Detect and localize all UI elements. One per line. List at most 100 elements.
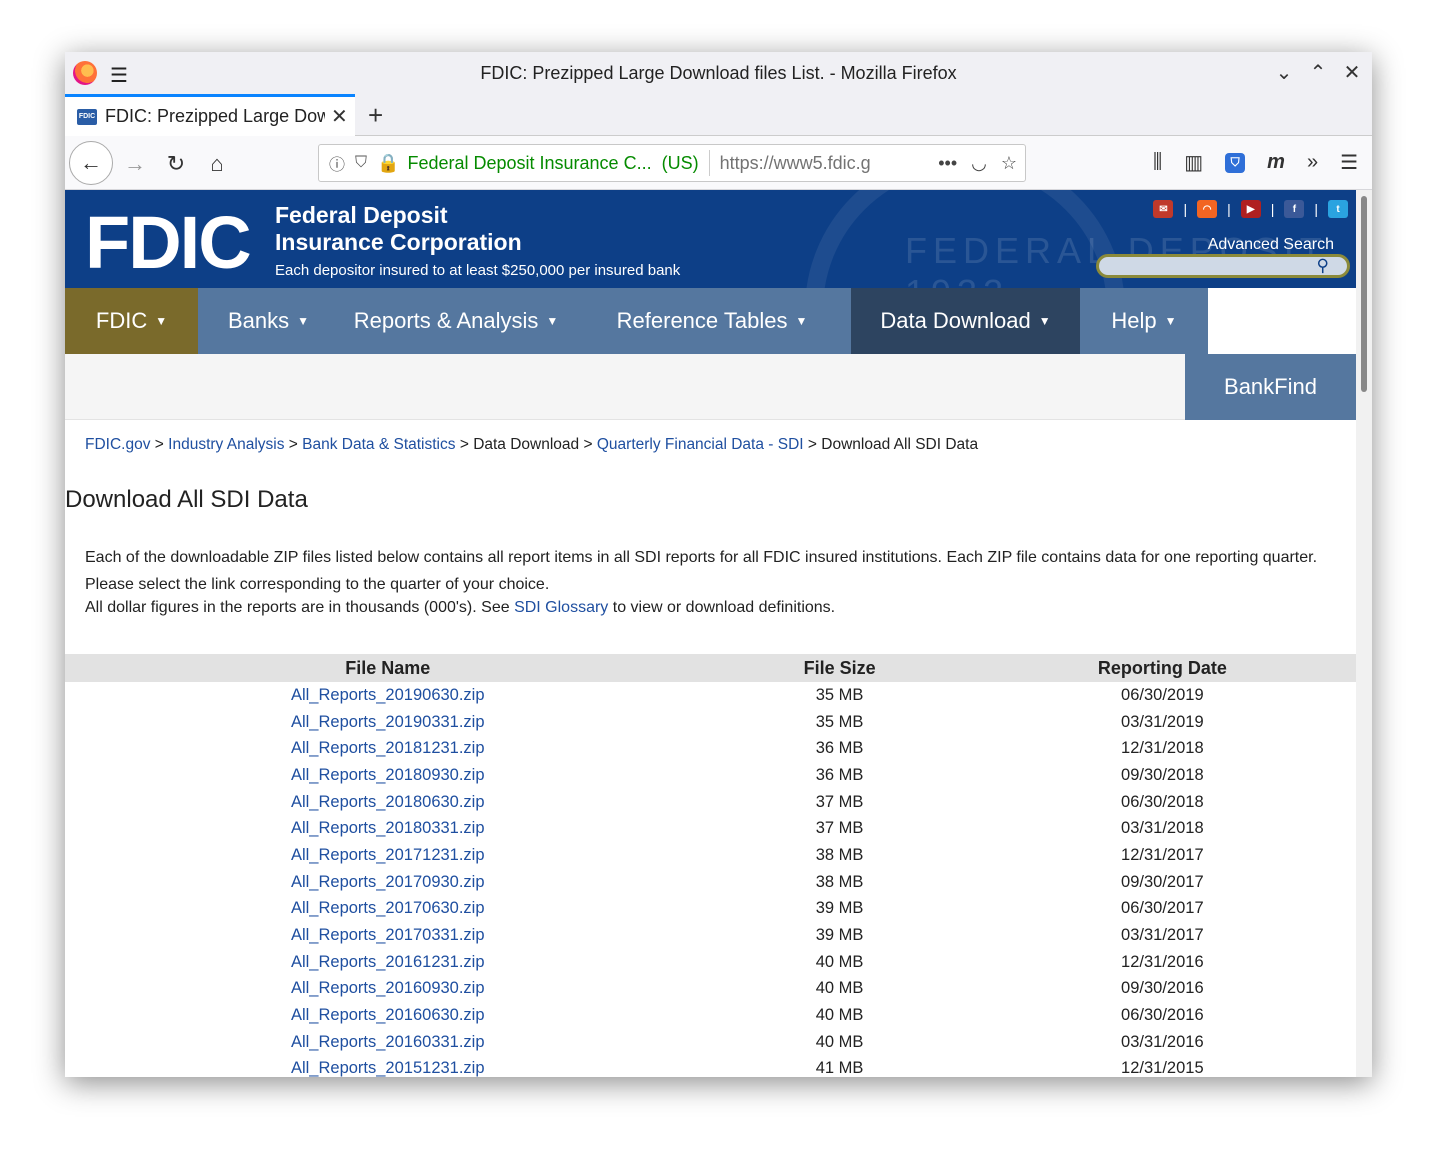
- cell-reporting-date: 03/31/2017: [1121, 926, 1204, 945]
- cell-reporting-date: 06/30/2019: [1121, 685, 1204, 704]
- bitwarden-icon[interactable]: ⛉: [1225, 152, 1246, 173]
- intro-text-after: to view or download definitions.: [608, 599, 836, 616]
- search-icon[interactable]: ⚲: [1317, 256, 1329, 276]
- nav-data-download[interactable]: Data Download ▼: [851, 288, 1080, 354]
- new-tab-button[interactable]: +: [368, 100, 383, 131]
- fdic-logo[interactable]: FDIC: [85, 200, 252, 285]
- cell-file-size: 41 MB: [815, 1059, 864, 1077]
- firefox-icon: [73, 61, 97, 85]
- file-download-link[interactable]: All_Reports_20180630.zip: [291, 793, 485, 811]
- window-title: FDIC: Prezipped Large Download files Lis…: [480, 62, 957, 83]
- table-header-row: File Name File Size Reporting Date: [65, 654, 1356, 682]
- overflow-icon[interactable]: »: [1307, 151, 1318, 174]
- table-row: All_Reports_20161231.zip 40 MB 12/31/2016: [65, 949, 1356, 976]
- hamburger-icon[interactable]: ☰: [110, 63, 128, 88]
- nav-reference-tables[interactable]: Reference Tables ▼: [573, 288, 851, 354]
- table-row: All_Reports_20170630.zip 39 MB 06/30/2017: [65, 896, 1356, 923]
- file-download-link[interactable]: All_Reports_20151231.zip: [291, 1059, 485, 1077]
- lock-icon[interactable]: 🔒: [377, 153, 399, 174]
- intro-text-before: All dollar figures in the reports are in…: [85, 599, 515, 616]
- rss-icon[interactable]: ◠: [1197, 200, 1218, 218]
- more-icon[interactable]: •••: [938, 153, 957, 174]
- info-icon[interactable]: ⓘ: [329, 151, 345, 175]
- file-download-link[interactable]: All_Reports_20160630.zip: [291, 1006, 485, 1024]
- file-download-link[interactable]: All_Reports_20180930.zip: [291, 766, 485, 784]
- org-name: Federal Deposit Insurance C...: [407, 152, 652, 173]
- header-file-name: File Name: [65, 654, 711, 682]
- breadcrumb-data-download: Data Download: [473, 436, 580, 453]
- file-download-link[interactable]: All_Reports_20170331.zip: [291, 926, 485, 944]
- youtube-icon[interactable]: ▶: [1240, 200, 1261, 218]
- table-row: All_Reports_20170331.zip 39 MB 03/31/2017: [65, 922, 1356, 949]
- intro-paragraph-2: All dollar figures in the reports are in…: [85, 598, 1336, 618]
- close-icon[interactable]: ✕: [1342, 60, 1362, 85]
- home-button[interactable]: ⌂: [197, 144, 237, 184]
- file-download-link[interactable]: All_Reports_20160331.zip: [291, 1033, 485, 1051]
- header-file-size: File Size: [710, 654, 969, 682]
- sdi-glossary-link[interactable]: SDI Glossary: [514, 599, 608, 616]
- file-download-link[interactable]: All_Reports_20170630.zip: [291, 899, 485, 917]
- scrollbar[interactable]: [1356, 190, 1372, 1077]
- reload-button[interactable]: ↻: [156, 144, 196, 184]
- scrollbar-thumb[interactable]: [1361, 196, 1367, 392]
- breadcrumb-industry-analysis[interactable]: Industry Analysis: [168, 436, 284, 453]
- back-button[interactable]: ←: [69, 141, 113, 185]
- file-download-link[interactable]: All_Reports_20190331.zip: [291, 713, 485, 731]
- tagline: Each depositor insured to at least $250,…: [275, 262, 681, 279]
- org-identity[interactable]: Federal Deposit Insurance C... (US): [407, 153, 698, 174]
- cell-file-size: 39 MB: [815, 899, 864, 918]
- table-row: All_Reports_20170930.zip 38 MB 09/30/2017: [65, 869, 1356, 896]
- file-download-link[interactable]: All_Reports_20180331.zip: [291, 819, 485, 837]
- email-icon[interactable]: ✉: [1153, 200, 1174, 218]
- table-row: All_Reports_20160630.zip 40 MB 06/30/2016: [65, 1002, 1356, 1029]
- file-download-link[interactable]: All_Reports_20181231.zip: [291, 739, 485, 757]
- url-bar[interactable]: ⓘ ⛉ 🔒 Federal Deposit Insurance C... (US…: [318, 144, 1026, 182]
- cell-file-size: 35 MB: [815, 712, 864, 731]
- cell-file-name: All_Reports_20170630.zip: [65, 896, 711, 923]
- cell-file-name: All_Reports_20190331.zip: [65, 709, 711, 736]
- shield-icon[interactable]: ⛉: [355, 154, 367, 172]
- table-row: All_Reports_20151231.zip 41 MB 12/31/2015: [65, 1056, 1356, 1077]
- advanced-search-link[interactable]: Advanced Search: [1208, 236, 1334, 254]
- pocket-icon[interactable]: ◡: [971, 153, 987, 174]
- breadcrumb-sep: >: [459, 436, 469, 453]
- nav-banks[interactable]: Banks ▼: [198, 288, 339, 354]
- file-download-link[interactable]: All_Reports_20171231.zip: [291, 846, 485, 864]
- breadcrumb-fdic[interactable]: FDIC.gov: [85, 436, 150, 453]
- table-row: All_Reports_20160930.zip 40 MB 09/30/2016: [65, 976, 1356, 1003]
- extension-icon[interactable]: m: [1267, 151, 1285, 174]
- breadcrumb-quarterly-financial[interactable]: Quarterly Financial Data - SDI: [597, 436, 804, 453]
- forward-button[interactable]: →: [115, 144, 155, 184]
- breadcrumb-bank-data[interactable]: Bank Data & Statistics: [302, 436, 455, 453]
- url-text[interactable]: https://www5.fdic.gov/sdi/download_large…: [720, 153, 870, 174]
- bankfind-button[interactable]: BankFind: [1185, 354, 1356, 420]
- cell-file-name: All_Reports_20160930.zip: [65, 976, 711, 1003]
- star-icon[interactable]: ☆: [1001, 153, 1017, 174]
- url-separator: [708, 150, 710, 176]
- nav-fdic[interactable]: FDIC ▼: [65, 288, 198, 354]
- file-download-link[interactable]: All_Reports_20170930.zip: [291, 873, 485, 891]
- sidebar-icon[interactable]: ▥: [1184, 150, 1203, 175]
- library-icon[interactable]: ⫼: [1153, 151, 1162, 174]
- hamburger-icon[interactable]: ☰: [1340, 150, 1358, 175]
- cell-reporting-date: 09/30/2017: [1121, 872, 1204, 891]
- nav-label: Banks: [227, 308, 290, 333]
- nav-help[interactable]: Help ▼: [1080, 288, 1208, 354]
- twitter-icon[interactable]: t: [1328, 200, 1348, 218]
- facebook-icon[interactable]: f: [1284, 200, 1305, 218]
- title-bar: ☰ FDIC: Prezipped Large Download files L…: [65, 52, 1372, 94]
- cell-file-size: 36 MB: [815, 739, 864, 758]
- file-download-link[interactable]: All_Reports_20160930.zip: [291, 979, 485, 997]
- cell-file-name: All_Reports_20170930.zip: [65, 869, 711, 896]
- tab-active[interactable]: FDIC FDIC: Prezipped Large Download file…: [65, 94, 355, 136]
- fdic-favicon-icon: FDIC: [77, 108, 97, 125]
- url-tools: ••• ◡ ☆: [938, 153, 1017, 174]
- maximize-icon[interactable]: ⌃: [1308, 60, 1328, 85]
- search-input[interactable]: ⚲: [1096, 254, 1350, 278]
- file-download-link[interactable]: All_Reports_20190630.zip: [291, 686, 485, 704]
- minimize-icon[interactable]: ⌄: [1274, 60, 1294, 85]
- nav-reports-analysis[interactable]: Reports & Analysis ▼: [339, 288, 573, 354]
- cell-file-name: All_Reports_20151231.zip: [65, 1056, 711, 1077]
- file-download-link[interactable]: All_Reports_20161231.zip: [291, 953, 485, 971]
- tab-close-icon[interactable]: ✕: [331, 104, 348, 129]
